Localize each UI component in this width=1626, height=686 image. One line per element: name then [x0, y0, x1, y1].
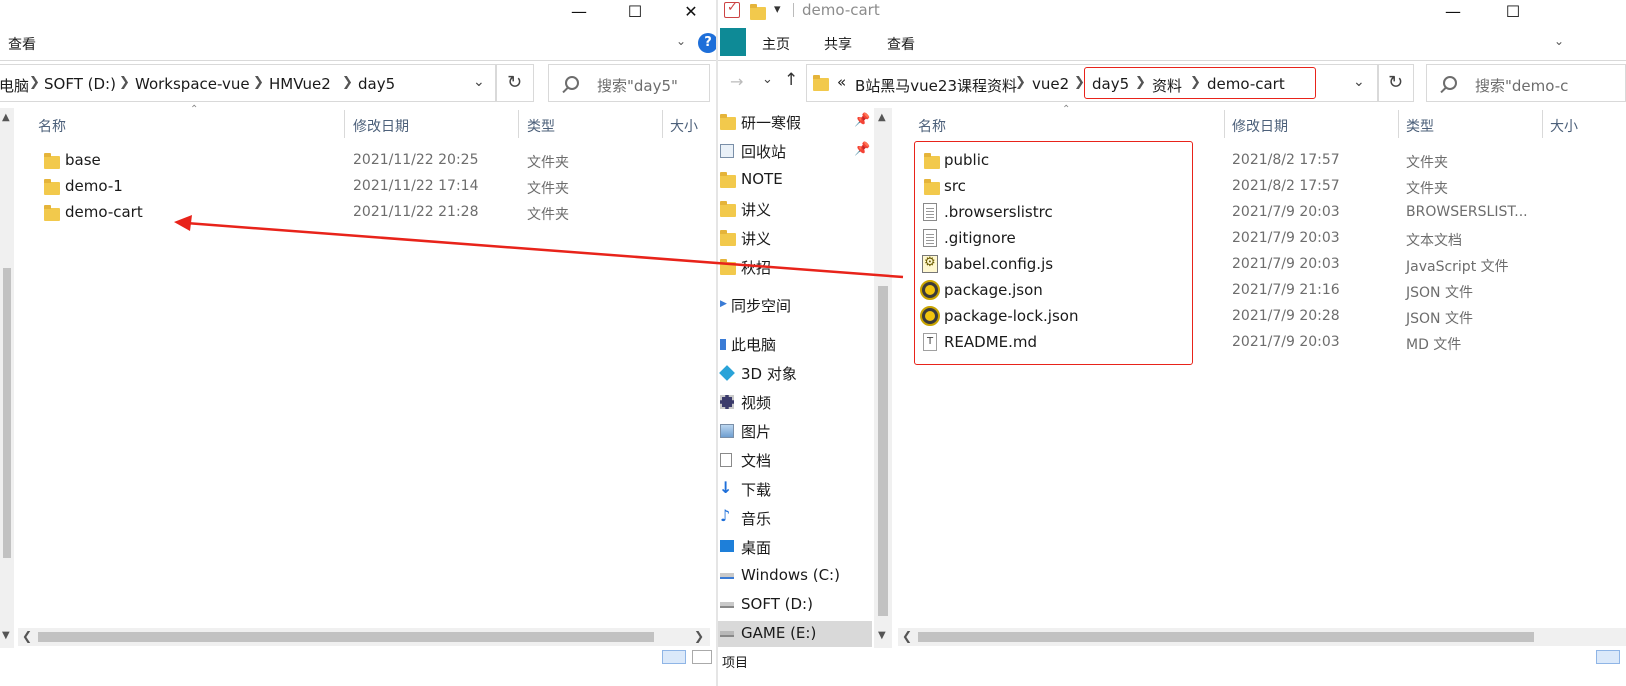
arrow-head — [174, 215, 192, 231]
arrow-line — [185, 221, 904, 279]
drag-annotation-arrow — [174, 215, 904, 279]
